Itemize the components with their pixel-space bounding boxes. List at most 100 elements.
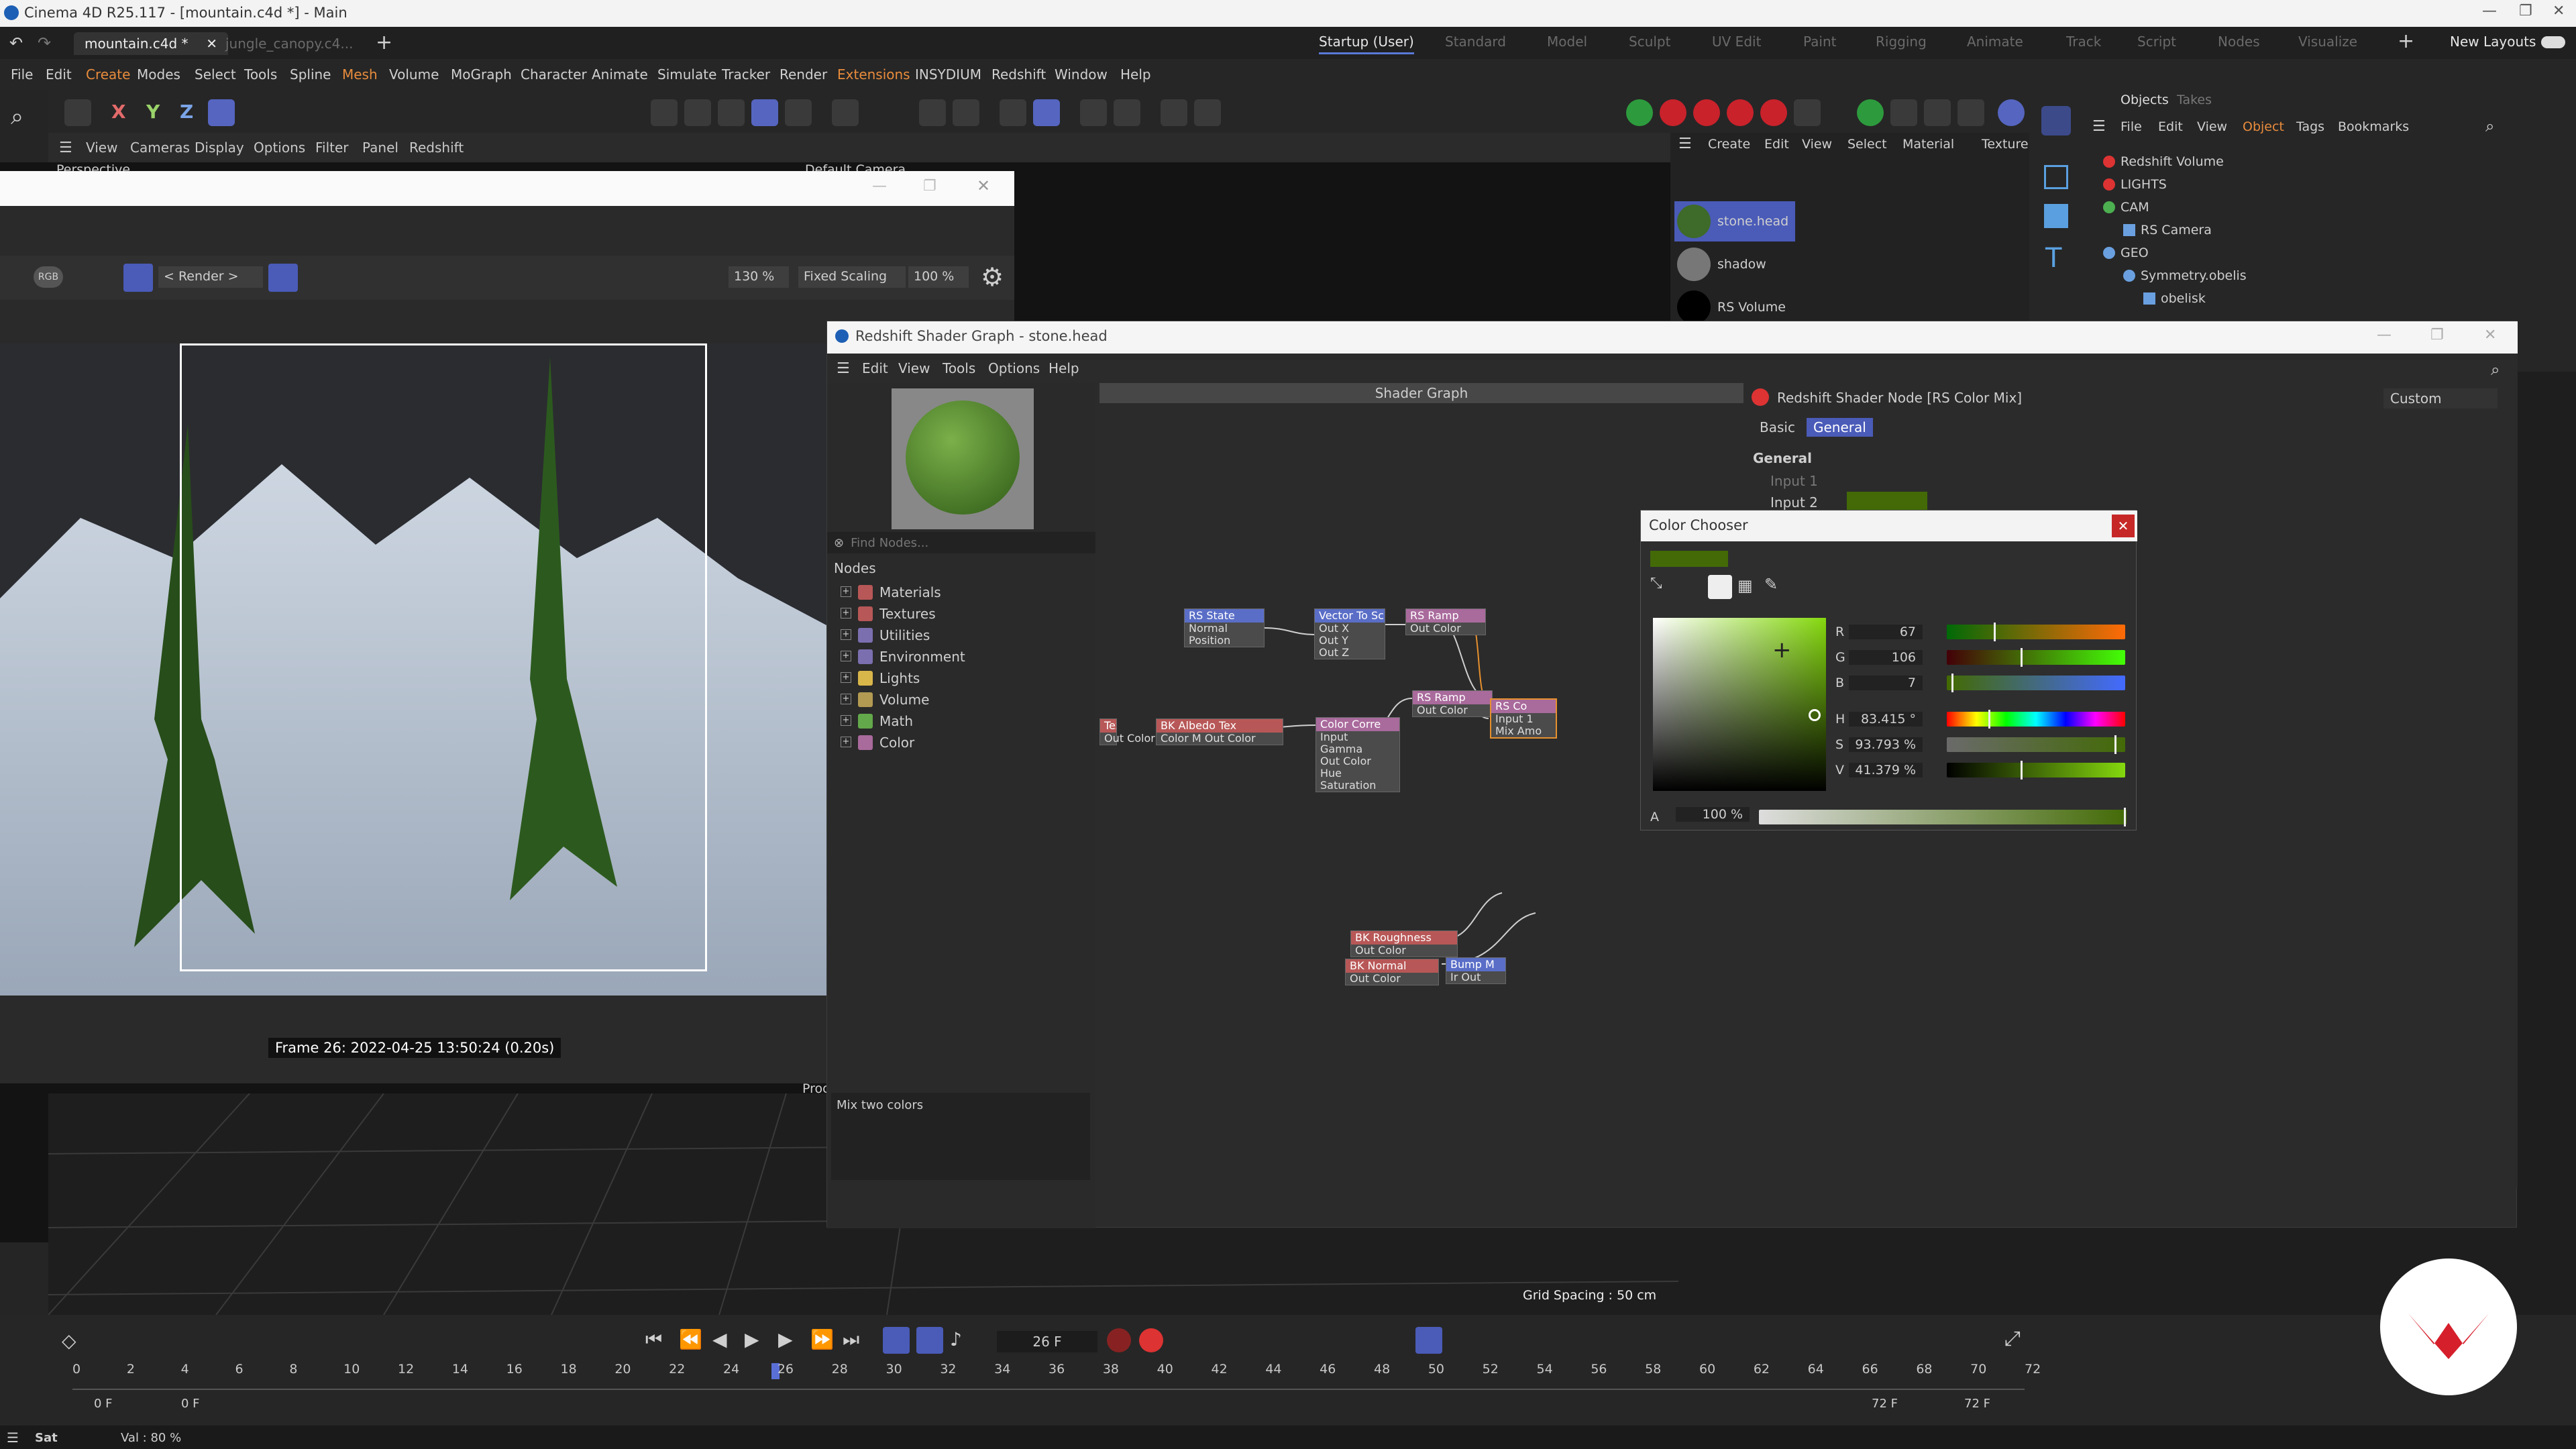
previous-key-icon[interactable]: ⏪ <box>679 1328 702 1350</box>
render-mode-select[interactable]: < Render > <box>158 266 263 288</box>
material-item[interactable]: stone.head <box>1674 201 1795 241</box>
axis-x-button[interactable]: X <box>111 101 126 123</box>
menu-tracker[interactable]: Tracker <box>722 66 770 83</box>
tab-general[interactable]: General <box>1807 418 1873 437</box>
axis-a-icon[interactable] <box>1194 99 1221 126</box>
expand-icon[interactable]: + <box>841 608 851 619</box>
menu-select[interactable]: Select <box>195 66 236 83</box>
menu-mograph[interactable]: MoGraph <box>451 66 512 83</box>
redshift-ipr-icon[interactable] <box>1626 99 1653 126</box>
node-rs-color-mix[interactable]: RS Co Input 1 Mix Amo <box>1490 698 1557 739</box>
node-port[interactable]: Out Color <box>1346 973 1438 985</box>
export-icon[interactable] <box>1794 99 1821 126</box>
v-slider[interactable] <box>1947 761 2125 780</box>
expand-icon[interactable]: ⤡ <box>1650 575 1662 592</box>
expand-icon[interactable]: + <box>841 651 851 661</box>
menu-insydium[interactable]: INSYDIUM <box>915 66 981 83</box>
axis-z-button[interactable]: Z <box>180 101 193 123</box>
tree-row[interactable]: Redshift Volume <box>2083 150 2576 173</box>
input2-color-swatch[interactable] <box>1847 492 1927 511</box>
previous-frame-icon[interactable]: ◀ <box>712 1328 727 1350</box>
play-icon[interactable]: ▶ <box>745 1328 759 1350</box>
zoom-field[interactable]: 130 % <box>729 266 789 288</box>
node-port[interactable]: Ir Out <box>1446 971 1505 983</box>
layout-paint[interactable]: Paint <box>1803 34 1837 50</box>
region-render-icon[interactable] <box>123 264 153 292</box>
sound-icon[interactable]: ♪ <box>950 1328 962 1350</box>
sg-menu-tools[interactable]: Tools <box>943 360 975 376</box>
menu-create[interactable]: Create <box>86 66 130 83</box>
channel-value[interactable]: 106 <box>1849 650 1923 665</box>
h-slider[interactable] <box>1947 710 2125 729</box>
sg-menu-edit[interactable]: Edit <box>862 360 888 376</box>
node-port[interactable]: Hue <box>1316 767 1399 780</box>
sg-minimize-icon[interactable]: — <box>2377 327 2392 343</box>
rgb-button[interactable]: RGB <box>34 266 63 288</box>
minimize-icon[interactable]: — <box>2482 3 2497 19</box>
axis-y-button[interactable]: Y <box>146 101 160 123</box>
expand-icon[interactable]: + <box>841 694 851 704</box>
obj-menu-bookmarks[interactable]: Bookmarks <box>2338 119 2409 134</box>
viewport-menu-options[interactable]: Options <box>254 140 305 156</box>
channel-value[interactable]: 67 <box>1849 625 1923 639</box>
end-frame-field[interactable]: 72 F <box>1964 1397 2018 1411</box>
tree-row[interactable]: RS Camera <box>2083 219 2576 241</box>
material-item[interactable]: shadow <box>1674 244 1795 284</box>
move-tool-icon[interactable] <box>64 99 91 126</box>
layout-standard[interactable]: Standard <box>1445 34 1506 50</box>
sg-close-icon[interactable]: ✕ <box>2484 327 2496 343</box>
s-slider[interactable] <box>1947 735 2125 754</box>
menu-spline[interactable]: Spline <box>290 66 331 83</box>
redshift-object-icon[interactable] <box>1760 99 1787 126</box>
layout-script[interactable]: Script <box>2137 34 2176 50</box>
menu-animate[interactable]: Animate <box>592 66 648 83</box>
maximize-icon[interactable]: ❐ <box>2519 3 2532 19</box>
workplane-icon[interactable] <box>953 99 979 126</box>
obj-search-icon[interactable]: ⌕ <box>2485 117 2494 136</box>
status-hamburger-icon[interactable]: ☰ <box>7 1430 19 1446</box>
mat-menu-select[interactable]: Select <box>1847 137 1887 152</box>
eyedropper-icon[interactable]: ✎ <box>1764 575 1778 594</box>
layout-visualize[interactable]: Visualize <box>2298 34 2357 50</box>
mat-menu-view[interactable]: View <box>1802 137 1832 152</box>
obj-menu-edit[interactable]: Edit <box>2158 119 2183 134</box>
menu-redshift[interactable]: Redshift <box>991 66 1046 83</box>
tree-row[interactable]: LIGHTS <box>2083 173 2576 196</box>
category-textures[interactable]: + Textures <box>841 606 936 622</box>
node-color-correct[interactable]: Color Corre Input Gamma Out Color Hue Saturat… <box>1316 717 1400 792</box>
node-port[interactable]: Saturation <box>1316 780 1399 792</box>
channel-value[interactable]: 7 <box>1849 676 1923 690</box>
scaling-select[interactable]: Fixed Scaling <box>798 266 906 288</box>
grid-icon[interactable] <box>1000 99 1026 126</box>
layout-uv-edit[interactable]: UV Edit <box>1712 34 1761 50</box>
color-picker-handle[interactable] <box>1809 709 1821 721</box>
new-tab-icon[interactable]: + <box>376 31 392 54</box>
obj-menu-tags[interactable]: Tags <box>2296 119 2324 134</box>
channel-value[interactable]: 93.793 % <box>1849 737 1923 752</box>
slider-handle[interactable] <box>1994 623 1996 641</box>
node-port[interactable]: Out Z <box>1315 647 1385 659</box>
menu-render[interactable]: Render <box>780 66 827 83</box>
auto-key-icon[interactable] <box>1139 1328 1163 1352</box>
node-vector-to-scalar[interactable]: Vector To Sc Out X Out Y Out Z <box>1314 608 1385 659</box>
node-port[interactable]: Out Color <box>1316 755 1399 767</box>
node-port[interactable]: Color M Out Color <box>1157 733 1283 745</box>
tab-basic[interactable]: Basic <box>1753 418 1802 437</box>
lock-render-icon[interactable] <box>268 264 298 292</box>
category-color[interactable]: + Color <box>841 735 914 751</box>
record-icon[interactable] <box>1107 1328 1131 1352</box>
points-mode-icon[interactable] <box>651 99 678 126</box>
next-frame-icon[interactable]: ▶ <box>778 1328 793 1350</box>
node-roughness[interactable]: BK Roughness Out Color <box>1350 930 1458 957</box>
undo-icon[interactable]: ↶ <box>9 34 23 52</box>
expand-icon[interactable]: + <box>841 737 851 747</box>
alpha-value[interactable]: 100 % <box>1676 807 1750 822</box>
slider-handle[interactable] <box>1951 674 1953 692</box>
category-math[interactable]: + Math <box>841 713 913 729</box>
node-rs-state[interactable]: RS State Normal Position <box>1184 608 1265 647</box>
obj-menu-object[interactable]: Object <box>2243 119 2284 134</box>
node-port[interactable]: Out X <box>1315 623 1385 635</box>
coordinate-system-icon[interactable] <box>208 99 235 126</box>
render-region-frame[interactable] <box>180 343 707 971</box>
expand-icon[interactable]: + <box>841 672 851 683</box>
